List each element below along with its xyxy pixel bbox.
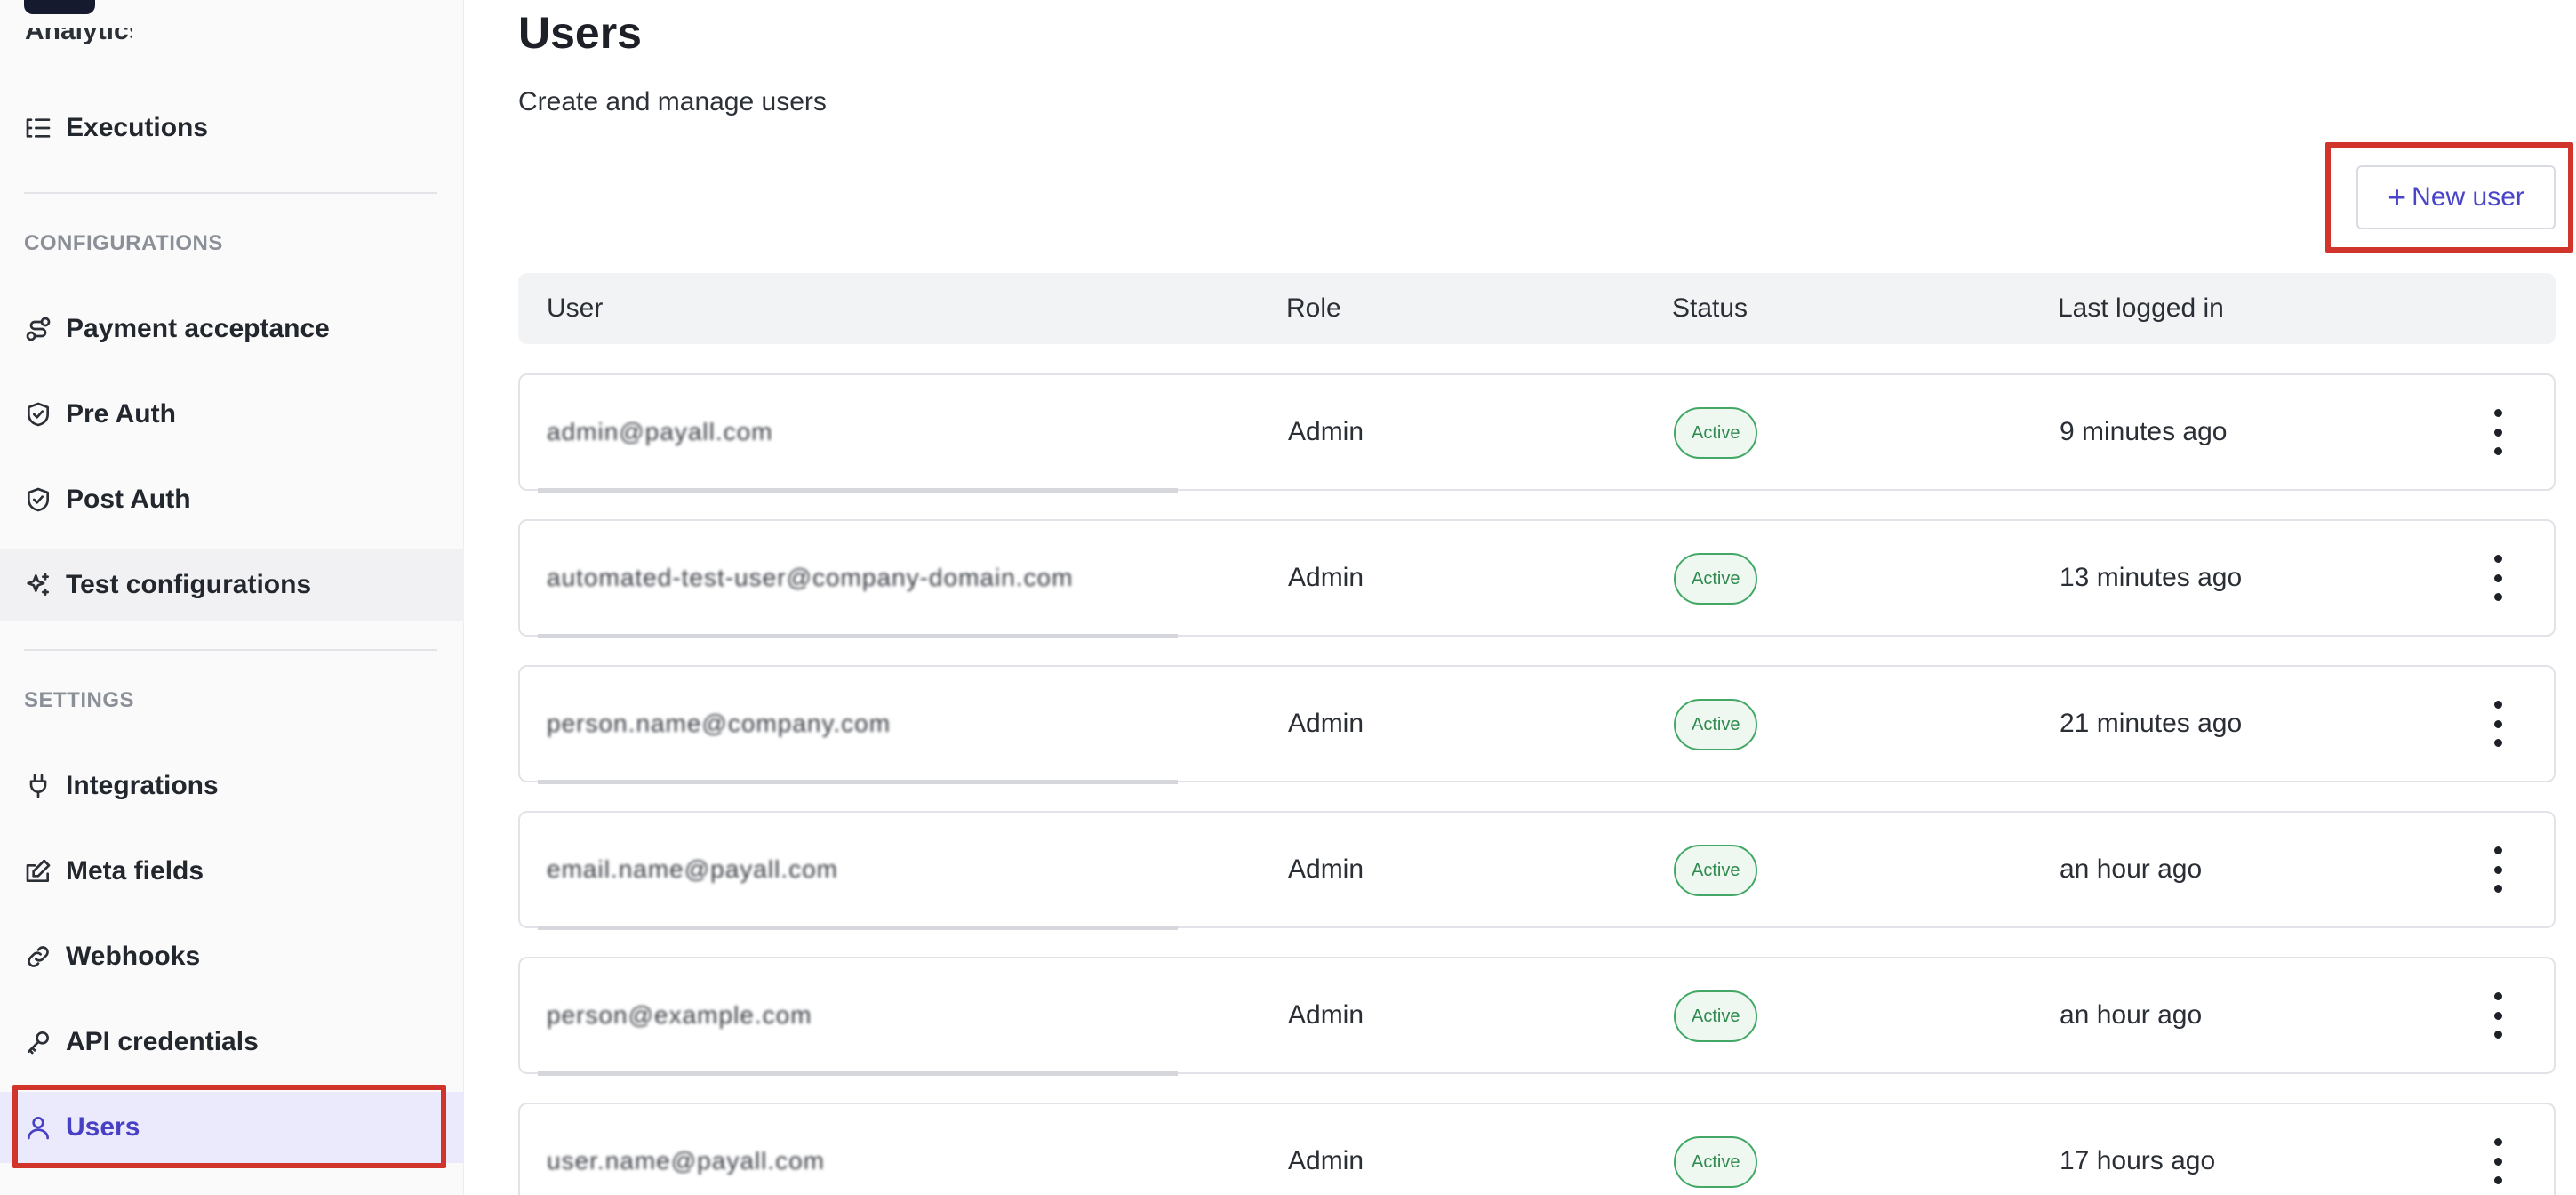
sidebar-item-label: Webhooks (66, 942, 201, 971)
user-role: Admin (1288, 1000, 1364, 1030)
sidebar-item-users[interactable]: Users (0, 1092, 464, 1163)
sidebar-item-label: Integrations (66, 771, 219, 800)
sidebar-item-label: Post Auth (66, 485, 191, 514)
table-row[interactable]: person.name@company.com Admin Active 21 … (518, 665, 2556, 784)
sidebar-item-label: Payment acceptance (66, 314, 330, 343)
sidebar: Analytics Executions CONFIGURATIONS Paym… (0, 0, 464, 1195)
last-login: an hour ago (2060, 854, 2203, 884)
status-badge: Active (1674, 553, 1758, 605)
column-header-role[interactable]: Role (1286, 273, 1341, 344)
sidebar-item-label: API credentials (66, 1027, 259, 1056)
shield-check-icon (23, 399, 53, 429)
table-row[interactable]: automated-test-user@company-domain.com A… (518, 519, 2556, 638)
section-title-settings: SETTINGS (24, 688, 135, 712)
user-role: Admin (1288, 854, 1364, 884)
new-user-label: New user (2412, 182, 2524, 212)
row-divider (538, 926, 1178, 930)
route-icon (23, 314, 53, 344)
plus-icon: + (2388, 179, 2407, 215)
user-email: person.name@company.com (547, 710, 892, 737)
more-options-icon[interactable] (2480, 992, 2516, 1039)
user-role: Admin (1288, 1146, 1364, 1175)
app-root: Analytics Executions CONFIGURATIONS Paym… (0, 0, 2576, 1195)
user-role: Admin (1288, 417, 1364, 446)
column-header-last-logged-in[interactable]: Last logged in (2058, 273, 2224, 344)
more-options-icon[interactable] (2480, 701, 2516, 747)
sidebar-item-pre-auth[interactable]: Pre Auth (0, 379, 464, 450)
link-icon (23, 942, 53, 972)
list-tree-icon (23, 113, 53, 143)
sidebar-item-executions[interactable]: Executions (0, 92, 464, 164)
section-title-configurations: CONFIGURATIONS (24, 231, 223, 255)
status-badge: Active (1674, 990, 1758, 1042)
last-login: 9 minutes ago (2060, 417, 2228, 446)
more-options-icon[interactable] (2480, 409, 2516, 455)
sidebar-item-label: Meta fields (66, 856, 204, 886)
more-options-icon[interactable] (2480, 846, 2516, 893)
app-logo[interactable] (24, 0, 95, 14)
sidebar-item-meta-fields[interactable]: Meta fields (0, 836, 464, 907)
last-login: an hour ago (2060, 1000, 2203, 1030)
sidebar-item-api-credentials[interactable]: API credentials (0, 1007, 464, 1078)
sidebar-item-integrations[interactable]: Integrations (0, 750, 464, 822)
user-role: Admin (1288, 709, 1364, 738)
sparkles-icon (23, 570, 53, 600)
table-row[interactable]: admin@payall.com Admin Active 9 minutes … (518, 373, 2556, 493)
column-header-status[interactable]: Status (1672, 273, 1748, 344)
main-content: Users Create and manage users + New user… (465, 0, 2576, 1195)
shield-check-icon (23, 485, 53, 515)
table-header: User Role Status Last logged in (518, 273, 2556, 344)
status-badge: Active (1674, 845, 1758, 896)
status-badge: Active (1674, 407, 1758, 459)
table-row[interactable]: user.name@payall.com Admin Active 17 hou… (518, 1103, 2556, 1195)
plug-icon (23, 771, 53, 801)
user-email: admin@payall.com (547, 418, 773, 445)
sidebar-item-test-configurations[interactable]: Test configurations (0, 549, 464, 621)
sidebar-item-analytics-partial[interactable]: Analytics (25, 28, 132, 48)
sidebar-item-post-auth[interactable]: Post Auth (0, 464, 464, 535)
sidebar-item-label: Test configurations (66, 570, 312, 599)
sidebar-divider (24, 649, 437, 651)
sidebar-item-label: Executions (66, 113, 209, 142)
table-row[interactable]: email.name@payall.com Admin Active an ho… (518, 811, 2556, 930)
sidebar-item-label: Pre Auth (66, 399, 176, 429)
more-options-icon[interactable] (2480, 1138, 2516, 1184)
sidebar-item-webhooks[interactable]: Webhooks (0, 921, 464, 992)
user-email: automated-test-user@company-domain.com (547, 564, 1074, 591)
user-icon (23, 1112, 53, 1143)
sidebar-item-label: Users (66, 1112, 140, 1142)
last-login: 13 minutes ago (2060, 563, 2243, 592)
page-title: Users (518, 8, 642, 58)
key-icon (23, 1027, 53, 1057)
sidebar-divider (24, 192, 437, 194)
user-email: email.name@payall.com (547, 855, 838, 883)
status-badge: Active (1674, 699, 1758, 750)
sidebar-item-label: Analytics (25, 28, 132, 45)
edit-icon (23, 856, 53, 886)
new-user-button[interactable]: + New user (2356, 165, 2556, 229)
user-email: person@example.com (547, 1001, 812, 1029)
user-email: user.name@payall.com (547, 1147, 826, 1175)
row-divider (538, 488, 1178, 493)
last-login: 17 hours ago (2060, 1146, 2216, 1175)
sidebar-item-payment-acceptance[interactable]: Payment acceptance (0, 293, 464, 365)
row-divider (538, 1071, 1178, 1076)
column-header-user[interactable]: User (547, 273, 603, 344)
page-subtitle: Create and manage users (518, 87, 827, 116)
row-divider (538, 634, 1178, 638)
status-badge: Active (1674, 1136, 1758, 1188)
row-divider (538, 780, 1178, 784)
last-login: 21 minutes ago (2060, 709, 2243, 738)
user-role: Admin (1288, 563, 1364, 592)
more-options-icon[interactable] (2480, 555, 2516, 601)
table-row[interactable]: person@example.com Admin Active an hour … (518, 957, 2556, 1076)
